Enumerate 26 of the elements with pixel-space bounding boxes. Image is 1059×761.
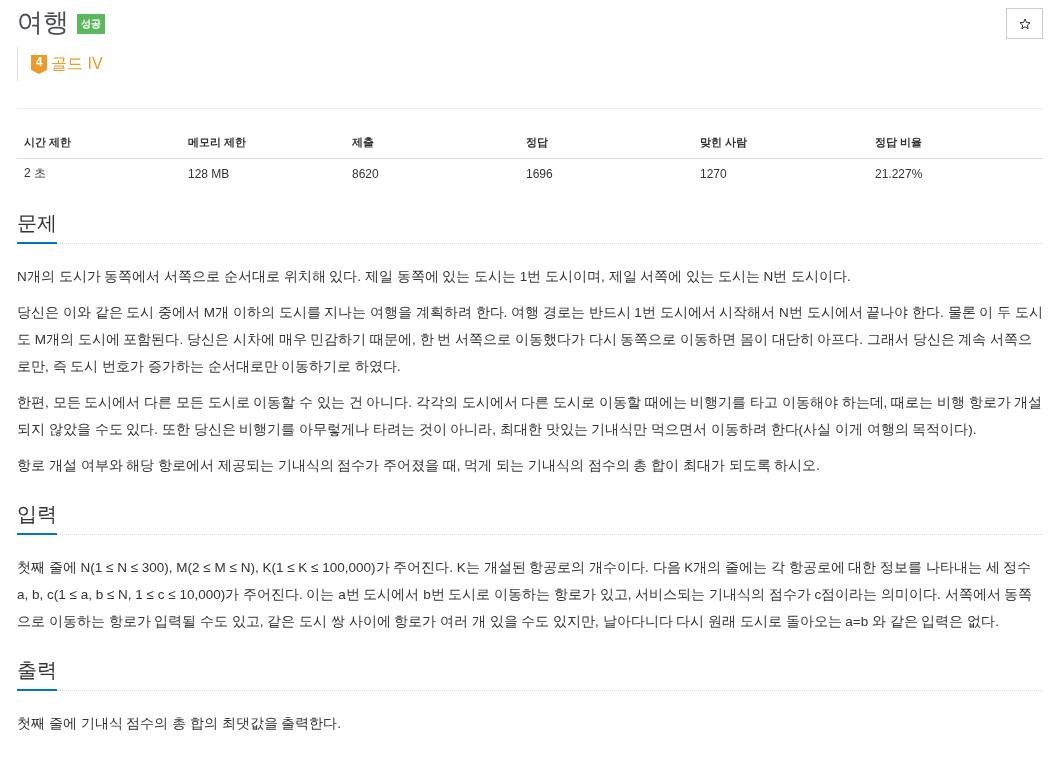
status-badge: 성공 [77,14,105,34]
table-cell-text: 1696 [525,166,554,181]
column-header: 정답 [525,135,549,150]
column-header: 메모리 제한 [187,135,248,150]
paragraph: 첫째 줄에 N(1 ≤ N ≤ 300), M(2 ≤ M ≤ N), K(1 ≤ K ≤ 100,000)가 주어진다. K는 개설된 항공로의 개수이다. 다음 K개의 줄에는 각 항공로에 대한 정보를 나타내는 세 정수 a, b, c(1 ≤ a, b ≤ N, 1 ≤ c ≤ 10,000)가 주어진다. 이는 a번 도시에서 b번 도시로 이동하는 항로가 있고, 서비스되는 기내식의 점수가 c점이라는 의미이다. 서쪽에서 동쪽으로 이동하는 항로가 입력될 수도 있고, 같은 도시 쌍 사이에 항로가 여러 개 있을 수도 있지만, 날아다니다 다시 원래 도시로 돌아오는 a=b 와 같은 입력은 없다. [17,559,1034,631]
problem-title: 여행 [17,6,69,38]
tier-label[interactable]: 골드 IV [51,53,103,75]
paragraph: 한편, 모든 도시에서 다른 모든 도시로 이동할 수 있는 건 아니다. 각각의 도시에서 다른 도시로 이동할 때에는 비행기를 타고 이동해야 하는데, 때로는 비행 항로가 개설되지 않았을 수도 있다. 또한 당신은 비행기를 아무렇게나 타려는 것이 아니라, 최대한 맛있는 기내식만 먹으면서 이동하려 한다(사실 이게 여행의 목적이다). [17,394,1043,439]
section-title: 입력 [17,501,57,535]
column-header: 제출 [351,135,375,150]
column-header: 맞힌 사람 [699,135,749,150]
paragraph: 항로 개설 여부와 해당 항로에서 제공되는 기내식의 점수가 주어졌을 때, 먹게 되는 기내식의 점수의 총 합이 최대가 되도록 하시오. [17,457,821,475]
star-icon [1018,17,1031,30]
paragraph: 첫째 줄에 기내식 점수의 총 합의 최댓값을 출력한다. [17,715,342,733]
table-cell-text: 1270 [699,166,728,181]
column-header: 시간 제한 [23,135,73,150]
paragraph: 당신은 이와 같은 도시 중에서 M개 이하의 도시를 지나는 여행을 계획하려 한다. 여행 경로는 반드시 1번 도시에서 시작해서 N번 도시에서 끝나야 한다. 물론 이 두 도시도 M개의 도시에 포함된다. 당신은 시차에 매우 민감하기 때문에, 한 번 서쪽으로 이동했다가 다시 동쪽으로 이동하면 몸이 대단히 아프다. 그래서 당신은 계속 서쪽으로만, 즉 도시 번호가 증가하는 순서대로만 이동하기로 하였다. [17,304,1043,376]
section-title: 문제 [17,210,57,244]
paragraph: N개의 도시가 동쪽에서 서쪽으로 순서대로 위치해 있다. 제일 동쪽에 있는 도시는 1번 도시이며, 제일 서쪽에 있는 도시는 N번 도시이다. [17,268,852,286]
column-header: 정답 비율 [874,135,924,150]
section-title: 출력 [17,657,57,691]
table-cell-text: 128 MB [187,166,231,181]
favorite-button[interactable] [1006,8,1043,39]
table-cell-text: 2 초 [23,165,47,182]
table-cell-text: 8620 [351,166,380,181]
table-cell-text: 21.227% [874,166,924,181]
